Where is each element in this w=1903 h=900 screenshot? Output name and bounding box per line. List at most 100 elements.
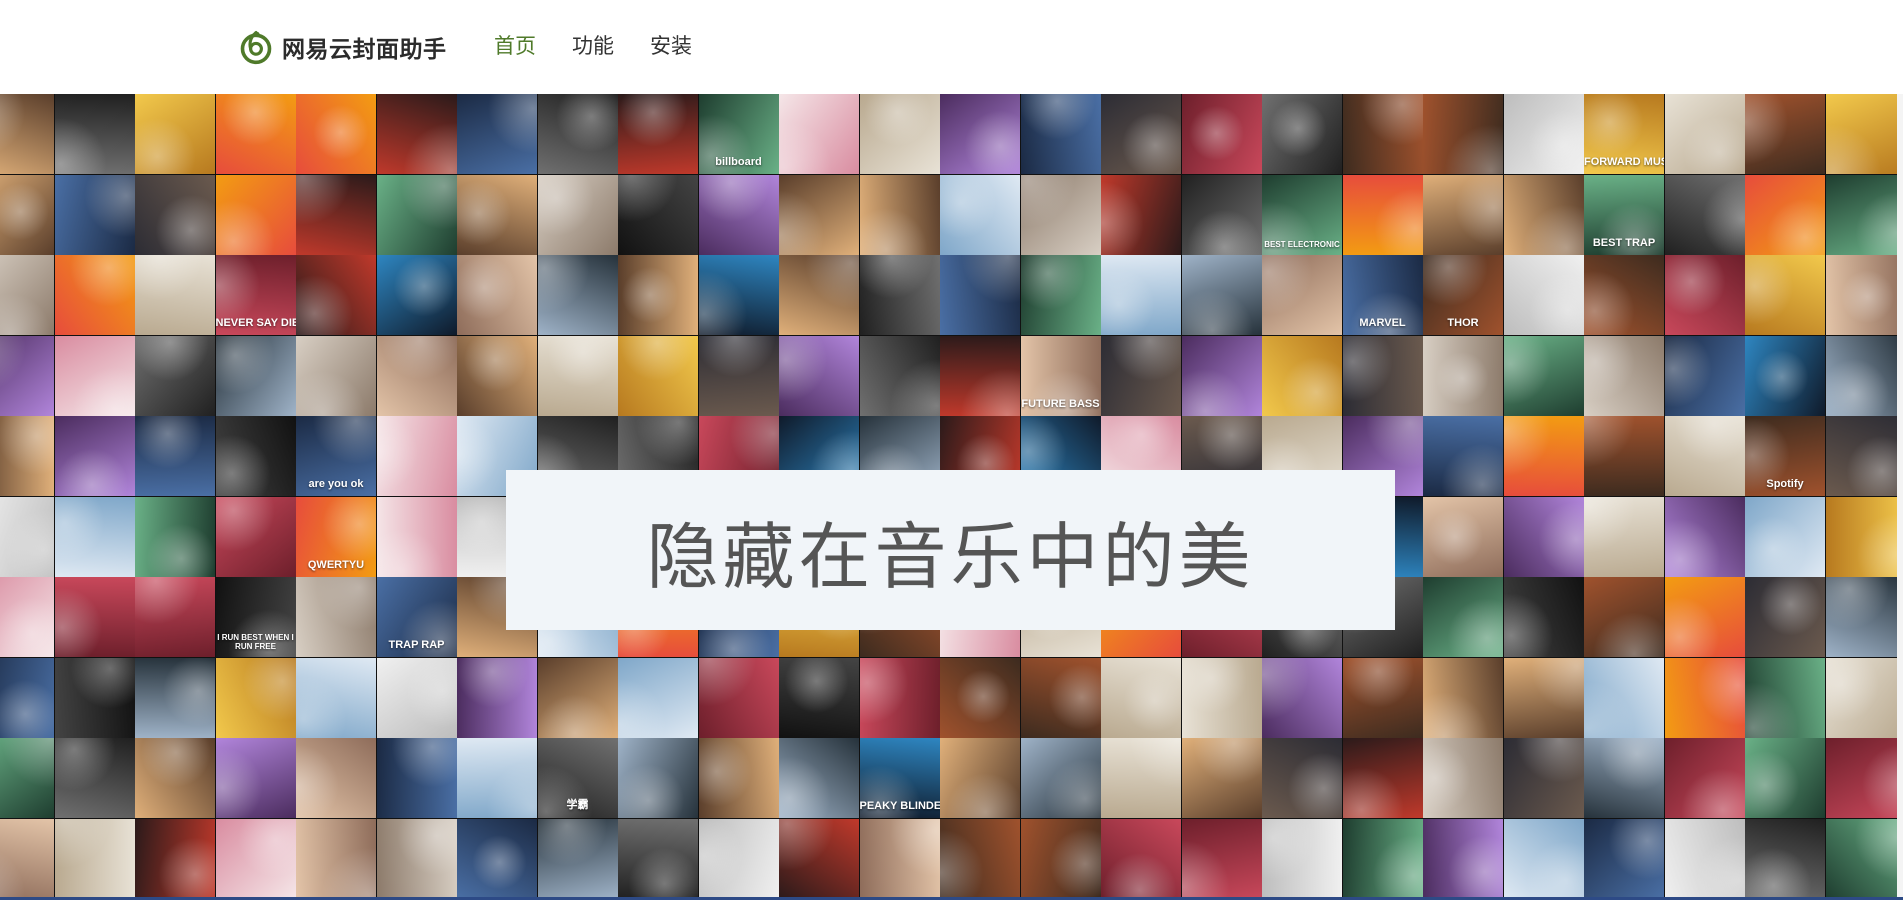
album-cover-tile (0, 174, 54, 255)
album-cover-tile (135, 496, 215, 577)
album-cover-tile (779, 174, 859, 255)
album-cover-tile (1181, 657, 1262, 738)
album-cover-tile (1342, 818, 1423, 899)
netease-music-logo-icon (240, 31, 272, 65)
album-cover-tile (135, 255, 215, 335)
album-cover-tile (940, 94, 1020, 174)
album-cover-tile (0, 255, 54, 335)
hero-banner: 隐藏在音乐中的美 (506, 470, 1395, 630)
album-cover-tile (376, 174, 457, 255)
album-cover-tile (537, 335, 618, 416)
album-cover-tile (940, 174, 1020, 255)
album-cover-tile (698, 255, 779, 335)
album-cover-tile (1745, 174, 1825, 255)
album-cover-tile (779, 738, 859, 818)
album-cover-tile: PEAKY BLINDERS (859, 738, 940, 818)
album-cover-tile (1745, 335, 1825, 416)
album-cover-tile (1664, 335, 1745, 416)
page-scrollbar[interactable] (1897, 94, 1903, 900)
nav-home[interactable]: 首页 (494, 28, 536, 64)
nav-install[interactable]: 安装 (650, 28, 692, 64)
album-cover-tile (54, 818, 135, 899)
album-cover-tile (1745, 738, 1825, 818)
album-cover-tile (1181, 174, 1262, 255)
album-cover-tile (698, 335, 779, 416)
nav-features[interactable]: 功能 (572, 28, 614, 64)
album-cover-tile: BEST TRAP (1584, 174, 1664, 255)
main-nav: 首页 功能 安装 (494, 28, 692, 64)
album-cover-tile (0, 577, 54, 657)
album-cover-tile: MARVEL (1342, 255, 1423, 335)
album-cover-tile (296, 657, 376, 738)
album-cover-tile (215, 94, 296, 174)
album-cover-tile: FORWARD MUSIC (1584, 94, 1664, 174)
brand-name: 网易云封面助手 (282, 37, 447, 63)
album-cover-tile (940, 335, 1020, 416)
album-cover-tile: are you ok (296, 416, 376, 496)
album-cover-tile (376, 818, 457, 899)
album-cover-tile (1825, 738, 1903, 818)
album-cover-tile (618, 255, 698, 335)
top-header: 网易云封面助手 首页 功能 安装 (0, 0, 1903, 94)
album-cover-tile (537, 818, 618, 899)
album-cover-tile (296, 255, 376, 335)
album-cover-tile (1584, 818, 1664, 899)
album-cover-tile (1664, 818, 1745, 899)
album-cover-tile: I RUN BEST WHEN I RUN FREE (215, 577, 296, 657)
album-cover-tile: billboard (698, 94, 779, 174)
album-cover-tile (0, 738, 54, 818)
album-cover-tile (1503, 657, 1584, 738)
album-cover-tile (54, 577, 135, 657)
album-cover-tile (1664, 416, 1745, 496)
album-cover-tile (859, 94, 940, 174)
album-cover-tile (296, 738, 376, 818)
album-cover-tile (1020, 818, 1101, 899)
album-cover-tile (698, 818, 779, 899)
album-cover-tile (1664, 174, 1745, 255)
album-cover-tile (135, 174, 215, 255)
album-cover-tile (1423, 738, 1503, 818)
album-cover-tile (940, 657, 1020, 738)
album-cover-tile (1101, 738, 1181, 818)
album-cover-tile (296, 335, 376, 416)
album-cover-tile (1262, 657, 1342, 738)
album-cover-tile (1101, 174, 1181, 255)
album-cover-tile (135, 577, 215, 657)
album-cover-tile: THOR (1423, 255, 1503, 335)
album-cover-tile (296, 818, 376, 899)
album-cover-caption: Spotify (1766, 478, 1804, 490)
album-cover-tile (0, 335, 54, 416)
album-cover-tile (1664, 94, 1745, 174)
album-cover-tile (0, 416, 54, 496)
album-cover-tile (1745, 255, 1825, 335)
album-cover-tile (135, 738, 215, 818)
album-cover-tile (215, 738, 296, 818)
album-cover-tile (376, 496, 457, 577)
album-cover-caption: billboard (715, 156, 762, 168)
album-cover-tile (54, 335, 135, 416)
album-cover-tile (1664, 657, 1745, 738)
album-cover-tile (0, 657, 54, 738)
album-cover-tile (215, 657, 296, 738)
album-cover-tile (457, 818, 537, 899)
album-cover-tile (1342, 738, 1423, 818)
album-cover-tile (1101, 94, 1181, 174)
album-cover-tile (376, 738, 457, 818)
album-cover-tile (1664, 577, 1745, 657)
album-cover-tile (54, 657, 135, 738)
album-cover-tile (1825, 657, 1903, 738)
album-cover-tile (779, 94, 859, 174)
album-cover-tile (537, 255, 618, 335)
album-cover-tile (1020, 657, 1101, 738)
album-cover-tile (1825, 496, 1903, 577)
brand-link[interactable]: 网易云封面助手 (238, 26, 447, 68)
album-cover-tile (698, 738, 779, 818)
album-cover-tile (1825, 577, 1903, 657)
album-cover-tile (54, 416, 135, 496)
album-cover-tile (698, 174, 779, 255)
album-cover-caption: NEVER SAY DIE (215, 317, 296, 329)
album-cover-tile (296, 94, 376, 174)
album-cover-tile (54, 496, 135, 577)
album-cover-tile (779, 657, 859, 738)
album-cover-tile (1423, 94, 1503, 174)
